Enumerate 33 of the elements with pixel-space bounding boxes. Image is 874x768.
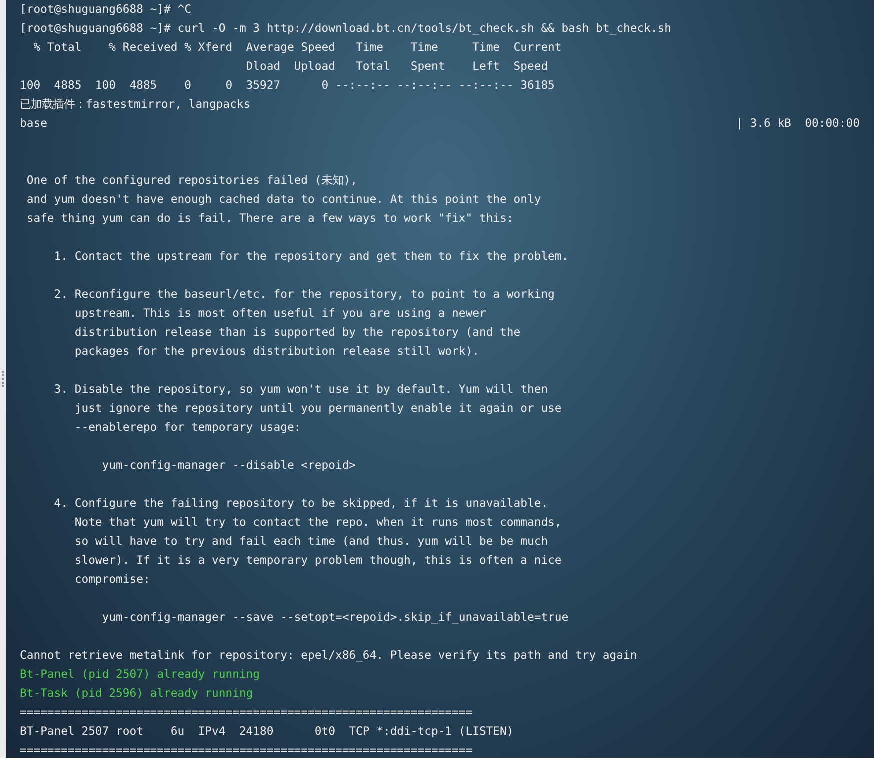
terminal-line: distribution release than is supported by the repository (and the: [74, 324, 521, 341]
terminal-line: --enablerepo for temporary usage:: [74, 419, 302, 436]
terminal-line: 4. Configure the failing repository to be skipped, if it is unavailable.: [53, 495, 548, 512]
terminal-line: % Total % Received % Xferd Average Speed Time Time Time Current: [32, 39, 562, 56]
terminal-line: packages for the previous distribution release still work).: [74, 343, 480, 360]
terminal-line: Note that yum will try to contact the repo. when it runs most commands,: [74, 514, 562, 531]
terminal-line: 1. Contact the upstream for the repository and get them to fix the problem.: [53, 248, 569, 265]
terminal-line: base: [20, 115, 48, 132]
terminal-line: One of the configured repositories failed (未知),: [26, 172, 358, 189]
terminal-line: [root@shuguang6688 ~]# ^C: [20, 1, 192, 18]
terminal-line: yum-config-manager --save --setopt=<repoid>.skip_if_unavailable=true: [101, 609, 569, 626]
terminal-line: ==================================================================: [20, 742, 473, 759]
terminal-line: 2. Reconfigure the baseurl/etc. for the repository, to point to a working: [53, 286, 555, 303]
terminal-line: yum-config-manager --disable <repoid>: [101, 457, 356, 474]
terminal-line: upstream. This is most often useful if you are using a newer: [74, 305, 486, 322]
terminal-line: 100 4885 100 4885 0 0 35927 0 --:--:-- --:--:-- --:--:-- 36185: [20, 77, 555, 94]
terminal-line: compromise:: [74, 571, 150, 588]
terminal-line: Bt-Task (pid 2596) already running: [20, 685, 254, 702]
terminal-line: just ignore the repository until you permanently enable it again or use: [74, 400, 562, 417]
resize-handle-icon[interactable]: [2, 371, 4, 387]
terminal-line: safe thing yum can do is fail. There are a few ways to work "fix" this:: [26, 210, 514, 227]
terminal-line: so will have to try and fail each time (and thus. yum will be be much: [74, 533, 548, 550]
terminal-line: 3. Disable the repository, so yum won't use it by default. Yum will then: [53, 381, 548, 398]
terminal-line: Dload Upload Total Spent Left Speed: [245, 58, 548, 75]
progress-text: | 3.6 kB 00:00:00: [736, 115, 860, 132]
terminal-line: and yum doesn't have enough cached data to continue. At this point the only: [26, 191, 542, 208]
terminal-line: Bt-Panel (pid 2507) already running: [20, 666, 260, 683]
terminal-line: ==================================================================: [20, 704, 473, 721]
terminal-line: BT-Panel 2507 root 6u IPv4 24180 0t0 TCP *:ddi-tcp-1 (LISTEN): [20, 723, 514, 740]
terminal-line: 已加载插件：fastestmirror, langpacks: [20, 96, 251, 113]
terminal-line: [root@shuguang6688 ~]# curl -O -m 3 http://download.bt.cn/tools/bt_check.sh && bash bt_check.sh: [20, 20, 672, 37]
terminal-line: Cannot retrieve metalink for repository: epel/x86_64. Please verify its path and try again: [20, 647, 638, 664]
terminal-line: slower). If it is a very temporary problem though, this is often a nice: [74, 552, 562, 569]
